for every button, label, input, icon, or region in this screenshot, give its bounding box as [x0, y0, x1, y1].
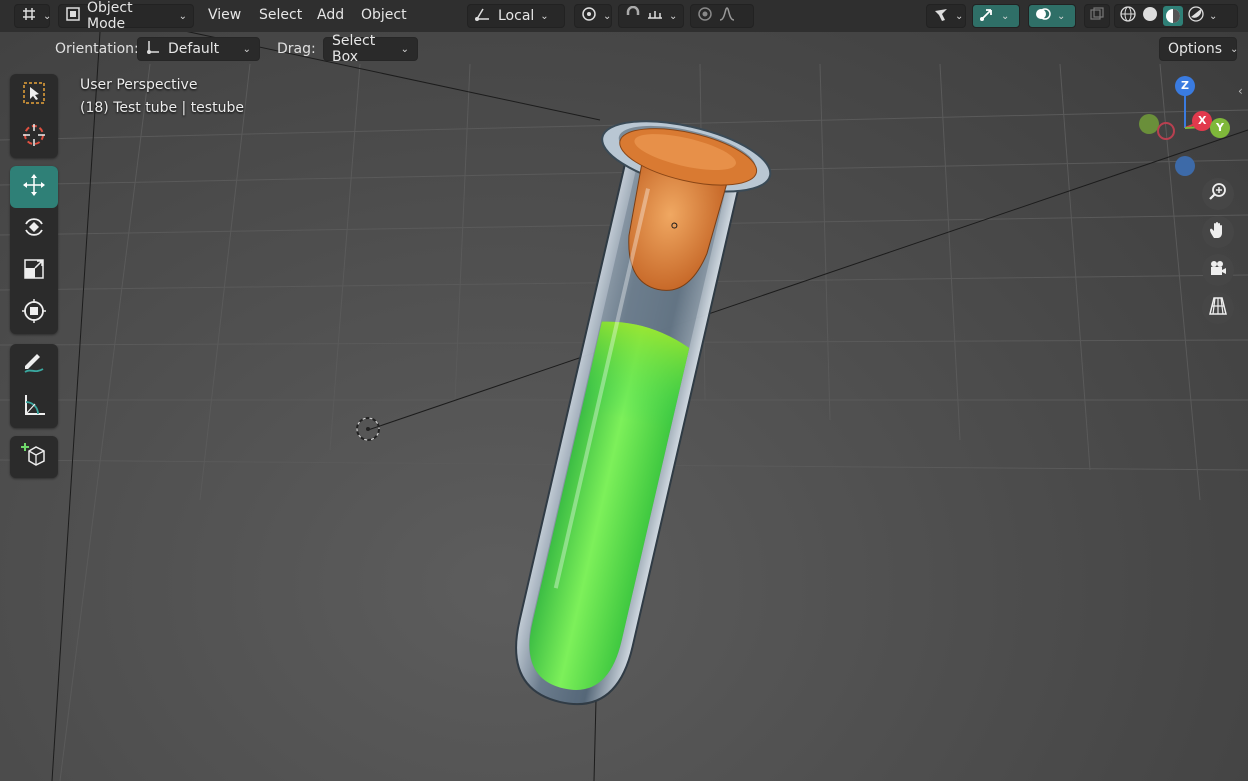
menu-object[interactable]: Object — [361, 7, 407, 23]
hand-icon — [1208, 220, 1228, 244]
toolbar-group-transform — [10, 166, 58, 334]
xray-icon — [1089, 6, 1105, 26]
drag-label: Drag: — [277, 41, 316, 57]
options-label: Options — [1168, 41, 1223, 57]
zoom-magnifier-icon — [1208, 182, 1228, 206]
gizmo-icon — [979, 6, 995, 26]
toolbar-group-annotate — [10, 344, 58, 428]
pan-button[interactable] — [1202, 216, 1234, 248]
visibility-select[interactable]: ⌄ — [926, 4, 966, 28]
chevron-down-icon: ⌄ — [1230, 43, 1239, 55]
chevron-down-icon: ⌄ — [178, 10, 187, 22]
transform-pivot-icon — [474, 6, 492, 26]
pivot-label: Local — [498, 8, 535, 24]
transform-pivot-select[interactable]: Local ⌄ — [467, 4, 565, 28]
sidebar-expand-arrow-icon[interactable]: ‹ — [1238, 84, 1248, 100]
menu-select[interactable]: Select — [259, 7, 302, 23]
magnet-icon — [625, 5, 641, 26]
3d-viewport[interactable]: Z X Y — [0, 0, 1248, 781]
chevron-down-icon: ⌄ — [540, 10, 549, 22]
view-name-label: User Perspective — [80, 77, 198, 93]
gizmo-y-label: Y — [1216, 121, 1224, 134]
annotate-tool[interactable] — [10, 344, 58, 386]
transform-tool[interactable] — [10, 292, 58, 334]
gizmo-neg-z[interactable] — [1175, 156, 1195, 176]
menu-view[interactable]: View — [208, 7, 241, 23]
move-icon — [21, 172, 47, 202]
rotate-icon — [21, 214, 47, 244]
gizmo-neg-y[interactable] — [1139, 114, 1159, 134]
orientation-icon — [146, 39, 160, 59]
proportional-falloff-icon — [719, 6, 735, 26]
wireframe-shading-icon[interactable] — [1119, 5, 1137, 27]
chevron-down-icon: ⌄ — [1001, 10, 1010, 22]
drag-select[interactable]: Select Box ⌄ — [323, 33, 418, 65]
perspective-toggle-button[interactable] — [1202, 292, 1234, 324]
test-tube-object[interactable] — [476, 108, 776, 722]
transform-icon — [21, 298, 47, 328]
gizmo-z-label: Z — [1181, 79, 1189, 92]
selectability-icon — [933, 6, 949, 26]
mode-select[interactable]: Object Mode ⌄ — [58, 0, 194, 32]
orientation-value: Default — [168, 41, 220, 57]
overlays-icon — [1035, 6, 1051, 26]
chevron-down-icon: ⌄ — [1057, 10, 1066, 22]
gizmo-toggle[interactable]: ⌄ — [972, 4, 1020, 28]
chevron-down-icon: ⌄ — [43, 10, 52, 22]
select-box-icon — [21, 80, 47, 110]
add-cube-tool[interactable] — [10, 436, 58, 478]
pivot-point-button[interactable]: ⌄ — [574, 4, 612, 28]
grid-perspective-icon — [1208, 296, 1228, 320]
shading-modes[interactable]: ⌄ — [1114, 4, 1238, 28]
select-box-tool[interactable] — [10, 74, 58, 116]
options-button[interactable]: Options ⌄ — [1159, 37, 1239, 61]
solid-shading-icon[interactable] — [1141, 5, 1159, 27]
3d-cursor-icon — [21, 122, 47, 152]
move-tool[interactable] — [10, 166, 58, 208]
drag-value: Select Box — [332, 33, 376, 65]
rendered-shading-icon[interactable] — [1187, 5, 1205, 27]
rotate-tool[interactable] — [10, 208, 58, 250]
cursor-tool[interactable] — [10, 116, 58, 158]
viewport-header: ⌄ Object Mode ⌄ View Select Add Object L… — [0, 0, 1248, 32]
overlays-toggle[interactable]: ⌄ — [1028, 4, 1076, 28]
menu-add[interactable]: Add — [317, 7, 344, 23]
camera-view-button[interactable] — [1202, 254, 1234, 286]
scale-tool[interactable] — [10, 250, 58, 292]
viewport-scene — [0, 29, 1248, 781]
chevron-down-icon: ⌄ — [242, 43, 251, 55]
annotate-pencil-icon — [21, 350, 47, 380]
chevron-down-icon: ⌄ — [603, 10, 612, 22]
pivot-point-icon — [581, 6, 597, 26]
grid-axes-icon — [21, 6, 37, 26]
mode-label: Object Mode — [87, 0, 133, 32]
zoom-button[interactable] — [1202, 178, 1234, 210]
orientation-select[interactable]: Default ⌄ — [137, 37, 260, 61]
material-preview-shading-icon[interactable] — [1163, 6, 1183, 26]
object-info-label: (18) Test tube | testube — [80, 100, 244, 116]
gizmo-x-label: X — [1198, 114, 1207, 127]
xray-toggle[interactable] — [1084, 4, 1110, 28]
proportional-edit-icon — [697, 6, 713, 26]
add-cube-icon — [20, 441, 48, 473]
proportional-edit-toggle[interactable] — [690, 4, 754, 28]
scale-icon — [21, 256, 47, 286]
chevron-down-icon: ⌄ — [400, 43, 409, 55]
toolbar-group-add — [10, 436, 58, 478]
snap-toggle[interactable]: ⌄ — [618, 4, 684, 28]
snap-increment-icon — [647, 6, 663, 26]
chevron-down-icon: ⌄ — [1209, 10, 1218, 22]
toolbar-group-select — [10, 74, 58, 158]
3d-cursor[interactable] — [356, 417, 380, 441]
camera-icon — [1208, 258, 1228, 282]
editor-type-button[interactable]: ⌄ — [14, 4, 52, 28]
orientation-label: Orientation: — [55, 41, 139, 57]
chevron-down-icon: ⌄ — [955, 10, 964, 22]
chevron-down-icon: ⌄ — [669, 10, 678, 22]
measure-tool[interactable] — [10, 386, 58, 428]
measure-ruler-icon — [21, 392, 47, 422]
object-mode-icon — [65, 6, 81, 26]
